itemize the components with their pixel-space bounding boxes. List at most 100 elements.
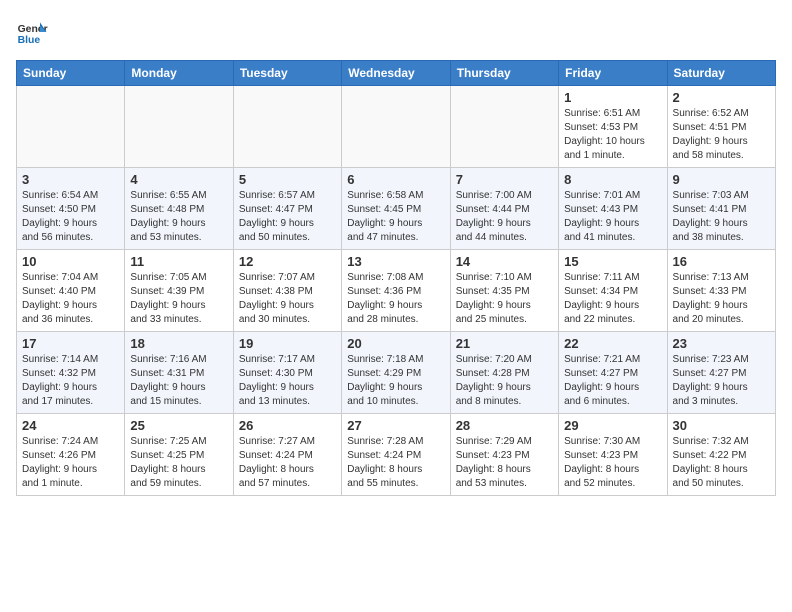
day-cell — [17, 86, 125, 168]
day-info: Sunrise: 7:05 AM Sunset: 4:39 PM Dayligh… — [130, 271, 227, 327]
day-number: 1 — [564, 90, 661, 105]
week-row-3: 10Sunrise: 7:04 AM Sunset: 4:40 PM Dayli… — [17, 250, 776, 332]
day-info: Sunrise: 7:01 AM Sunset: 4:43 PM Dayligh… — [564, 189, 661, 245]
day-info: Sunrise: 6:57 AM Sunset: 4:47 PM Dayligh… — [239, 189, 336, 245]
day-number: 11 — [130, 254, 227, 269]
day-info: Sunrise: 6:52 AM Sunset: 4:51 PM Dayligh… — [673, 107, 770, 163]
day-cell: 19 Sunrise: 7:17 AM Sunset: 4:30 PM Dayli… — [233, 332, 341, 414]
weekday-wednesday: Wednesday — [342, 61, 450, 86]
weekday-friday: Friday — [559, 61, 667, 86]
day-cell: 27Sunrise: 7:28 AM Sunset: 4:24 PM Dayli… — [342, 414, 450, 496]
day-info: Sunrise: 7:21 AM Sunset: 4:27 PM Dayligh… — [564, 353, 661, 409]
week-row-2: 3 Sunrise: 6:54 AM Sunset: 4:50 PM Daylig… — [17, 168, 776, 250]
day-info: Sunrise: 7:20 AM Sunset: 4:28 PM Dayligh… — [456, 353, 553, 409]
calendar-table: SundayMondayTuesdayWednesdayThursdayFrid… — [16, 60, 776, 496]
day-number: 3 — [22, 172, 119, 187]
day-number: 4 — [130, 172, 227, 187]
day-number: 2 — [673, 90, 770, 105]
day-number: 10 — [22, 254, 119, 269]
day-cell: 2 Sunrise: 6:52 AM Sunset: 4:51 PM Daylig… — [667, 86, 775, 168]
day-cell: 30 Sunrise: 7:32 AM Sunset: 4:22 PM Dayli… — [667, 414, 775, 496]
calendar-body: 1 Sunrise: 6:51 AM Sunset: 4:53 PM Daylig… — [17, 86, 776, 496]
weekday-monday: Monday — [125, 61, 233, 86]
day-cell: 12 Sunrise: 7:07 AM Sunset: 4:38 PM Dayli… — [233, 250, 341, 332]
day-info: Sunrise: 7:07 AM Sunset: 4:38 PM Dayligh… — [239, 271, 336, 327]
day-number: 24 — [22, 418, 119, 433]
weekday-header-row: SundayMondayTuesdayWednesdayThursdayFrid… — [17, 61, 776, 86]
day-number: 26 — [239, 418, 336, 433]
day-number: 28 — [456, 418, 553, 433]
logo-icon: General Blue — [16, 16, 48, 48]
day-number: 22 — [564, 336, 661, 351]
day-info: Sunrise: 7:17 AM Sunset: 4:30 PM Dayligh… — [239, 353, 336, 409]
day-info: Sunrise: 7:11 AM Sunset: 4:34 PM Dayligh… — [564, 271, 661, 327]
day-number: 9 — [673, 172, 770, 187]
day-cell: 16Sunrise: 7:13 AM Sunset: 4:33 PM Dayli… — [667, 250, 775, 332]
day-cell: 8 Sunrise: 7:01 AM Sunset: 4:43 PM Daylig… — [559, 168, 667, 250]
logo: General Blue — [16, 16, 52, 48]
day-info: Sunrise: 6:58 AM Sunset: 4:45 PM Dayligh… — [347, 189, 444, 245]
day-number: 17 — [22, 336, 119, 351]
week-row-5: 24 Sunrise: 7:24 AM Sunset: 4:26 PM Dayli… — [17, 414, 776, 496]
day-cell: 26Sunrise: 7:27 AM Sunset: 4:24 PM Dayli… — [233, 414, 341, 496]
day-cell: 4Sunrise: 6:55 AM Sunset: 4:48 PM Daylig… — [125, 168, 233, 250]
day-cell: 10Sunrise: 7:04 AM Sunset: 4:40 PM Dayli… — [17, 250, 125, 332]
day-cell: 25Sunrise: 7:25 AM Sunset: 4:25 PM Dayli… — [125, 414, 233, 496]
day-cell: 28 Sunrise: 7:29 AM Sunset: 4:23 PM Dayli… — [450, 414, 558, 496]
day-number: 14 — [456, 254, 553, 269]
day-number: 8 — [564, 172, 661, 187]
day-info: Sunrise: 7:14 AM Sunset: 4:32 PM Dayligh… — [22, 353, 119, 409]
weekday-tuesday: Tuesday — [233, 61, 341, 86]
day-info: Sunrise: 7:30 AM Sunset: 4:23 PM Dayligh… — [564, 435, 661, 491]
week-row-1: 1 Sunrise: 6:51 AM Sunset: 4:53 PM Daylig… — [17, 86, 776, 168]
day-info: Sunrise: 7:00 AM Sunset: 4:44 PM Dayligh… — [456, 189, 553, 245]
svg-text:Blue: Blue — [18, 35, 41, 46]
day-cell: 9Sunrise: 7:03 AM Sunset: 4:41 PM Daylig… — [667, 168, 775, 250]
day-number: 25 — [130, 418, 227, 433]
day-info: Sunrise: 7:16 AM Sunset: 4:31 PM Dayligh… — [130, 353, 227, 409]
day-cell: 17 Sunrise: 7:14 AM Sunset: 4:32 PM Dayli… — [17, 332, 125, 414]
day-info: Sunrise: 7:18 AM Sunset: 4:29 PM Dayligh… — [347, 353, 444, 409]
day-info: Sunrise: 6:54 AM Sunset: 4:50 PM Dayligh… — [22, 189, 119, 245]
day-cell: 1 Sunrise: 6:51 AM Sunset: 4:53 PM Daylig… — [559, 86, 667, 168]
page-header: General Blue — [16, 16, 776, 48]
weekday-sunday: Sunday — [17, 61, 125, 86]
day-info: Sunrise: 7:24 AM Sunset: 4:26 PM Dayligh… — [22, 435, 119, 491]
day-number: 12 — [239, 254, 336, 269]
day-info: Sunrise: 6:51 AM Sunset: 4:53 PM Dayligh… — [564, 107, 661, 163]
day-cell: 13 Sunrise: 7:08 AM Sunset: 4:36 PM Dayli… — [342, 250, 450, 332]
day-info: Sunrise: 7:08 AM Sunset: 4:36 PM Dayligh… — [347, 271, 444, 327]
day-cell: 3 Sunrise: 6:54 AM Sunset: 4:50 PM Daylig… — [17, 168, 125, 250]
day-cell: 11 Sunrise: 7:05 AM Sunset: 4:39 PM Dayli… — [125, 250, 233, 332]
day-number: 13 — [347, 254, 444, 269]
day-cell: 21 Sunrise: 7:20 AM Sunset: 4:28 PM Dayli… — [450, 332, 558, 414]
day-cell — [233, 86, 341, 168]
day-number: 30 — [673, 418, 770, 433]
day-number: 6 — [347, 172, 444, 187]
day-cell — [342, 86, 450, 168]
weekday-saturday: Saturday — [667, 61, 775, 86]
day-info: Sunrise: 7:10 AM Sunset: 4:35 PM Dayligh… — [456, 271, 553, 327]
day-cell: 7 Sunrise: 7:00 AM Sunset: 4:44 PM Daylig… — [450, 168, 558, 250]
day-number: 29 — [564, 418, 661, 433]
day-number: 19 — [239, 336, 336, 351]
day-cell: 15 Sunrise: 7:11 AM Sunset: 4:34 PM Dayli… — [559, 250, 667, 332]
day-info: Sunrise: 7:29 AM Sunset: 4:23 PM Dayligh… — [456, 435, 553, 491]
day-number: 15 — [564, 254, 661, 269]
day-cell — [450, 86, 558, 168]
day-cell: 22 Sunrise: 7:21 AM Sunset: 4:27 PM Dayli… — [559, 332, 667, 414]
day-number: 21 — [456, 336, 553, 351]
day-cell: 20Sunrise: 7:18 AM Sunset: 4:29 PM Dayli… — [342, 332, 450, 414]
day-cell — [125, 86, 233, 168]
day-info: Sunrise: 7:28 AM Sunset: 4:24 PM Dayligh… — [347, 435, 444, 491]
day-info: Sunrise: 7:23 AM Sunset: 4:27 PM Dayligh… — [673, 353, 770, 409]
calendar-header: SundayMondayTuesdayWednesdayThursdayFrid… — [17, 61, 776, 86]
day-cell: 18Sunrise: 7:16 AM Sunset: 4:31 PM Dayli… — [125, 332, 233, 414]
day-cell: 24 Sunrise: 7:24 AM Sunset: 4:26 PM Dayli… — [17, 414, 125, 496]
weekday-thursday: Thursday — [450, 61, 558, 86]
day-number: 7 — [456, 172, 553, 187]
day-cell: 6 Sunrise: 6:58 AM Sunset: 4:45 PM Daylig… — [342, 168, 450, 250]
day-info: Sunrise: 7:32 AM Sunset: 4:22 PM Dayligh… — [673, 435, 770, 491]
day-info: Sunrise: 7:13 AM Sunset: 4:33 PM Dayligh… — [673, 271, 770, 327]
day-number: 23 — [673, 336, 770, 351]
